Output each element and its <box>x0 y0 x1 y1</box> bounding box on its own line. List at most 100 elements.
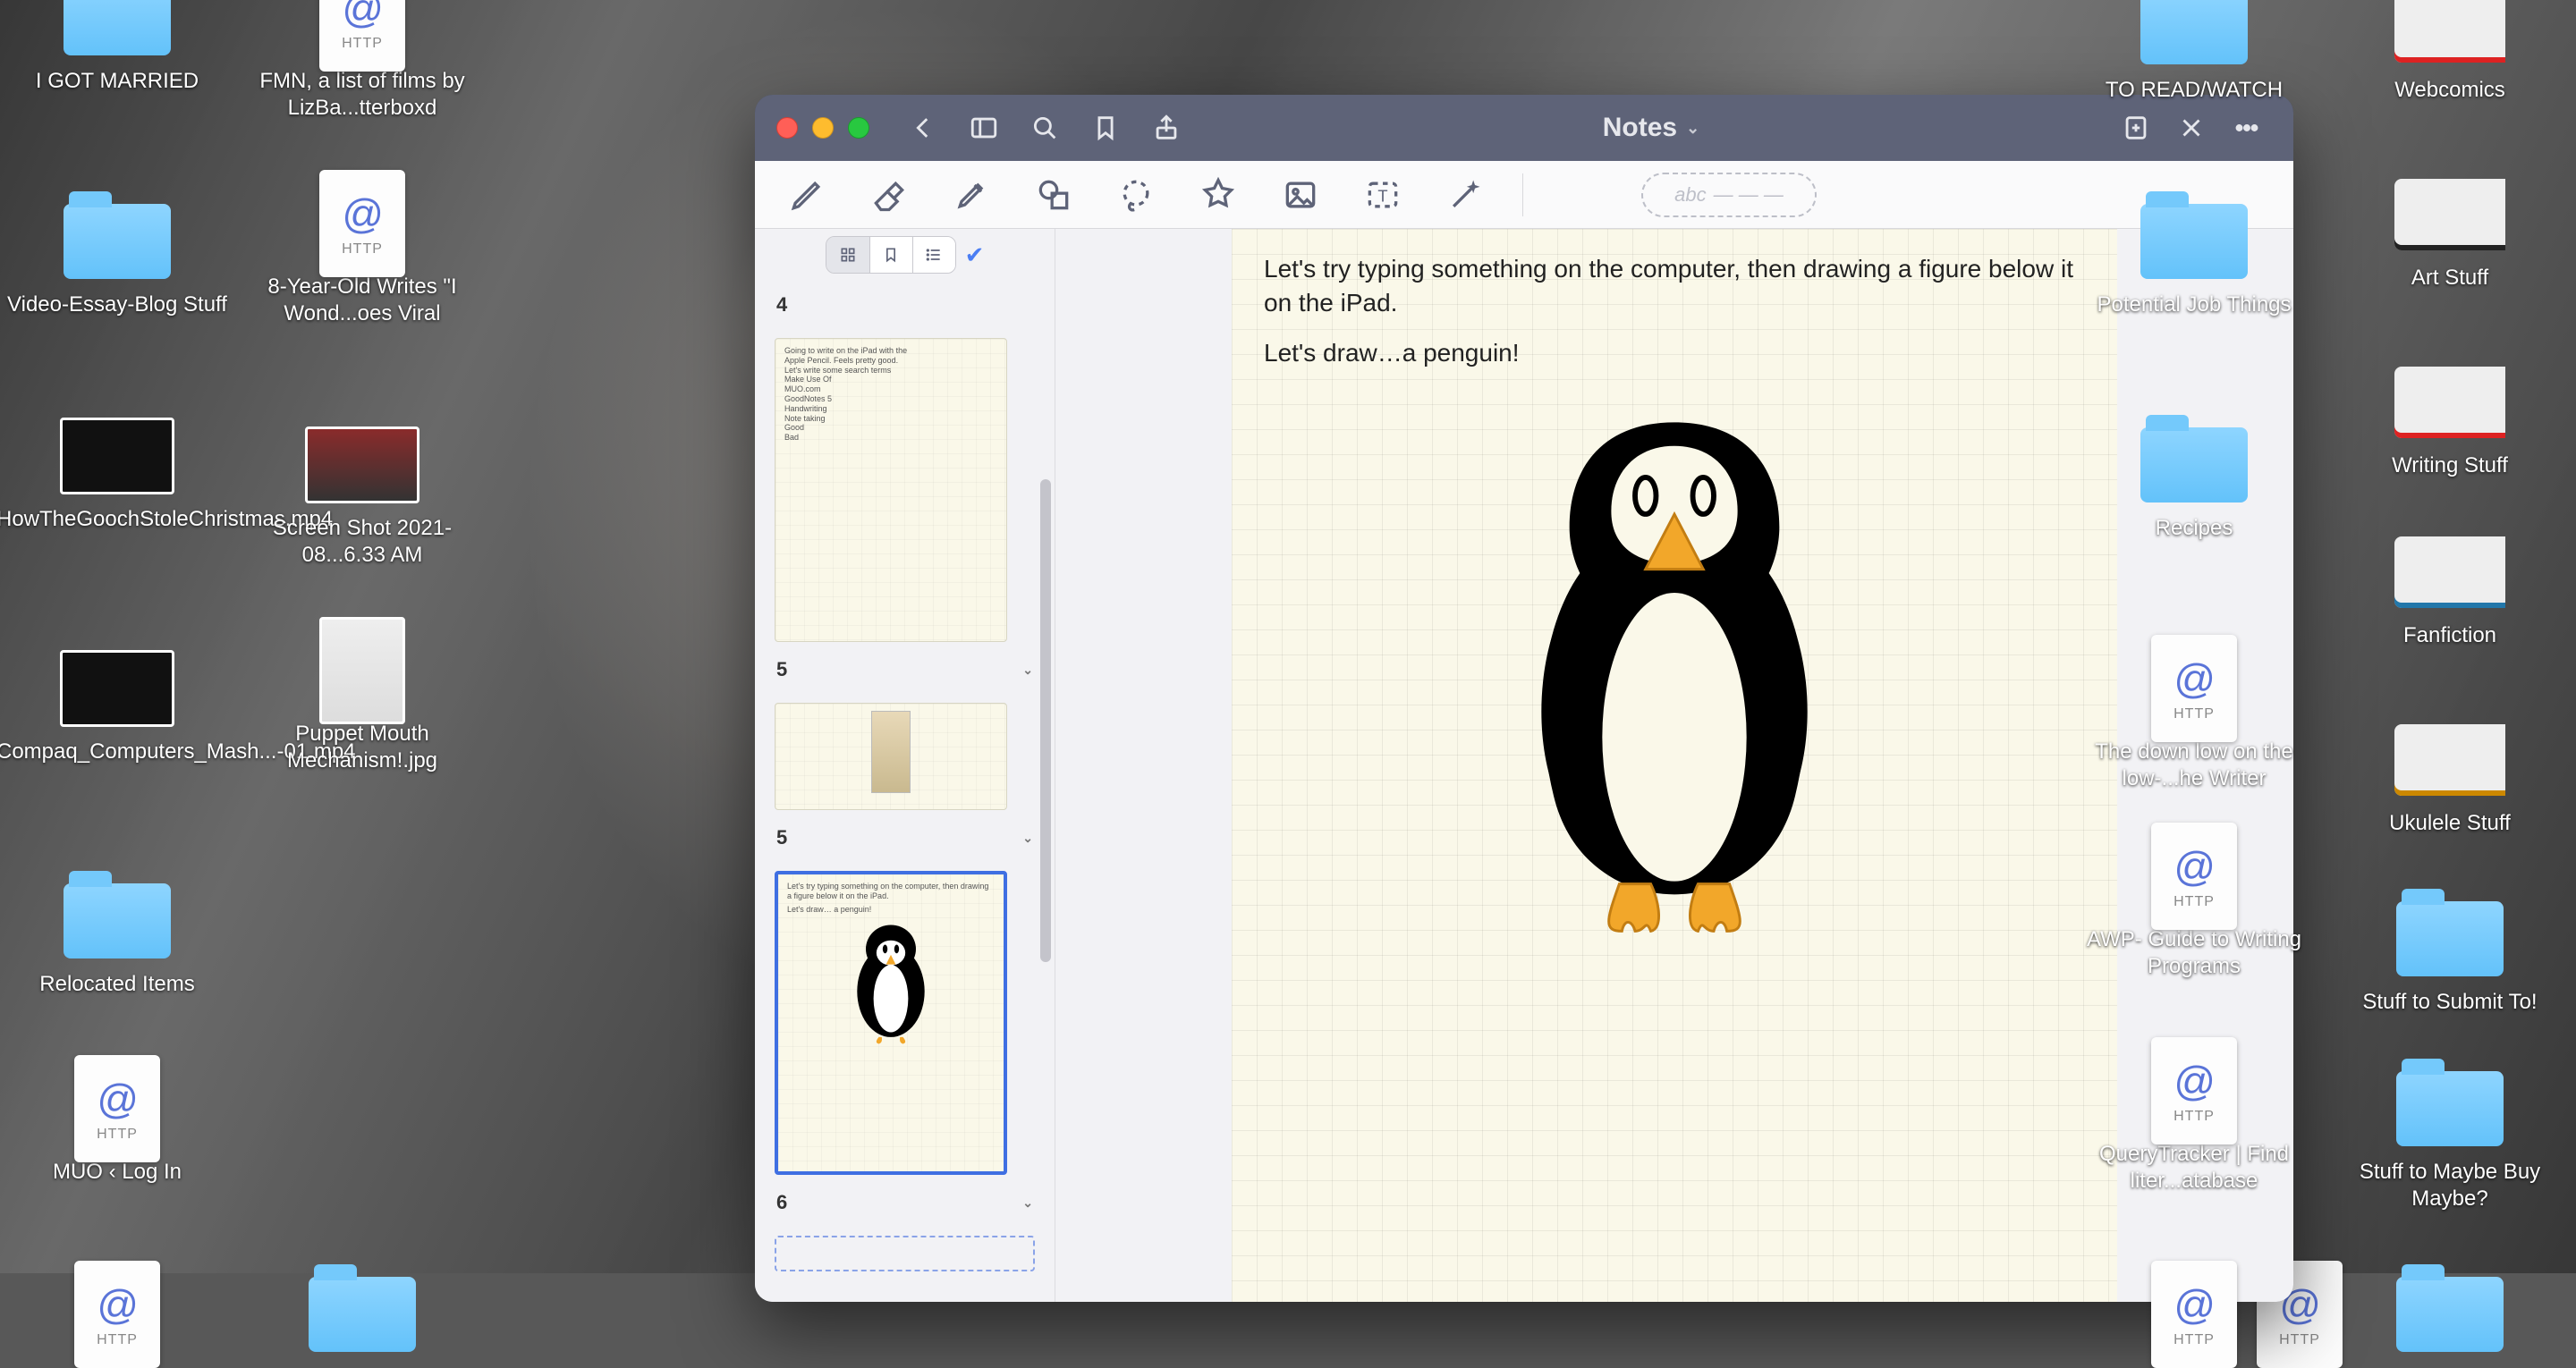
minimize-window-button[interactable] <box>812 117 834 139</box>
desktop-item[interactable]: Stuff to Submit To! <box>2329 894 2571 1016</box>
back-button[interactable] <box>898 103 948 153</box>
desktop-item-label: 8-Year-Old Writes "I Wond...oes Viral <box>242 274 483 327</box>
filter-check-icon[interactable]: ✔︎ <box>965 241 985 269</box>
desktop-item[interactable]: Relocated Items <box>0 876 238 998</box>
desktop-item-label: Screen Shot 2021-08...6.33 AM <box>242 515 483 569</box>
page-6-label[interactable]: 6⌄ <box>776 1191 1033 1214</box>
eraser-tool[interactable] <box>860 169 918 221</box>
desktop-item[interactable]: Stuff to Maybe Buy Maybe? <box>2329 1064 2571 1212</box>
thumbnail-image-preview <box>871 711 911 793</box>
desktop-item[interactable]: I GOT MARRIED <box>0 0 238 95</box>
page-4-label: 4 <box>776 293 1033 317</box>
text-tool[interactable]: T <box>1354 169 1411 221</box>
desktop-item[interactable]: HowTheGoochStoleChristmas.mp4 <box>0 411 238 533</box>
desktop-item-label: Stuff to Submit To! <box>2362 989 2537 1016</box>
desktop-item[interactable]: Screen Shot 2021-08...6.33 AM <box>242 420 483 569</box>
desktop-item-label: Recipes <box>2156 515 2233 542</box>
note-text-line-1: Let's try typing something on the comput… <box>1264 252 2085 320</box>
desktop-item-label: The down low on the low-...he Writer <box>2073 739 2315 792</box>
desktop-item[interactable]: @HTTPAWP- Guide to Writing Programs <box>2073 832 2315 980</box>
desktop-item-label: Webcomics <box>2394 77 2505 104</box>
page-5-thumbnail[interactable]: Going to write on the iPad with theApple… <box>775 338 1007 642</box>
desktop-item[interactable]: @HTTP <box>2073 1270 2315 1364</box>
shape-tool[interactable] <box>1025 169 1082 221</box>
outline-view-button[interactable] <box>912 237 955 273</box>
desktop-item-label: AWP- Guide to Writing Programs <box>2073 926 2315 980</box>
share-button[interactable] <box>1141 103 1191 153</box>
desktop-item-label: Potential Job Things <box>2097 291 2291 318</box>
page-5-label[interactable]: 5⌄ <box>776 658 1033 681</box>
desktop-item[interactable]: Art Stuff <box>2329 170 2571 291</box>
desktop-item[interactable]: Writing Stuff <box>2329 358 2571 479</box>
image-tool[interactable] <box>1272 169 1329 221</box>
desktop-item-label: Stuff to Maybe Buy Maybe? <box>2329 1159 2571 1212</box>
sidebar-toggle-button[interactable] <box>959 103 1009 153</box>
desktop-item-label: Puppet Mouth Mechanism!.jpg <box>242 721 483 774</box>
desktop-item-label: QueryTracker | Find liter...atabase <box>2073 1141 2315 1195</box>
desktop-item[interactable] <box>242 1270 483 1364</box>
window-titlebar: Notes ⌄ <box>755 95 2293 161</box>
chevron-down-icon: ⌄ <box>1022 663 1033 678</box>
chevron-down-icon: ⌄ <box>1022 831 1033 846</box>
desktop-item[interactable]: @HTTP8-Year-Old Writes "I Wond...oes Vir… <box>242 179 483 327</box>
document-title[interactable]: Notes ⌄ <box>1202 113 2100 143</box>
desktop-item[interactable]: Compaq_Computers_Mash...-01.mp4 <box>0 644 238 765</box>
page-thumbnails[interactable]: 4 Going to write on the iPad with theApp… <box>755 281 1055 1302</box>
desktop-item-label: HowTheGoochStoleChristmas.mp4 <box>0 506 238 533</box>
more-button[interactable] <box>2222 103 2272 153</box>
desktop-item[interactable]: Fanfiction <box>2329 528 2571 649</box>
sticker-tool[interactable] <box>1190 169 1247 221</box>
desktop-item-label: Fanfiction <box>2403 622 2496 649</box>
desktop-item-label: Writing Stuff <box>2392 452 2508 479</box>
note-text-line-2: Let's draw…a penguin! <box>1264 336 2085 370</box>
desktop-item[interactable]: Recipes <box>2073 420 2315 542</box>
close-note-button[interactable] <box>2166 103 2216 153</box>
desktop-item[interactable]: @HTTPThe down low on the low-...he Write… <box>2073 644 2315 792</box>
page-5b-label[interactable]: 5⌄ <box>776 826 1033 849</box>
penguin-mini-icon <box>842 919 940 1044</box>
desktop-item[interactable]: Ukulele Stuff <box>2329 715 2571 837</box>
search-button[interactable] <box>1020 103 1070 153</box>
toolbar-separator <box>1522 173 1523 216</box>
grid-view-button[interactable] <box>826 237 869 273</box>
desktop-item-label: Compaq_Computers_Mash...-01.mp4 <box>0 739 238 765</box>
desktop-item[interactable]: @HTTPMUO ‹ Log In <box>0 1064 238 1186</box>
desktop-item-label: MUO ‹ Log In <box>53 1159 182 1186</box>
svg-text:T: T <box>1377 186 1387 205</box>
desktop-item-label: TO READ/WATCH <box>2106 77 2283 104</box>
desktop-item[interactable]: Puppet Mouth Mechanism!.jpg <box>242 626 483 774</box>
desktop-item[interactable]: @HTTPFMN, a list of films by LizBa...tte… <box>242 0 483 122</box>
desktop-item-label: Relocated Items <box>39 971 194 998</box>
page-6-thumbnail-selected[interactable]: Let's try typing something on the comput… <box>775 871 1007 1175</box>
zoom-window-button[interactable] <box>848 117 869 139</box>
lasso-tool[interactable] <box>1107 169 1165 221</box>
desktop-item[interactable]: Video-Essay-Blog Stuff <box>0 197 238 318</box>
chevron-down-icon: ⌄ <box>1022 1195 1033 1211</box>
penguin-drawing <box>1478 385 1871 958</box>
bookmark-view-button[interactable] <box>869 237 912 273</box>
page-sidebar: ✔︎ 4 Going to write on the iPad with the… <box>755 229 1055 1302</box>
text-style-pill[interactable]: abc— — — <box>1641 173 1817 217</box>
highlighter-tool[interactable] <box>943 169 1000 221</box>
chevron-down-icon: ⌄ <box>1686 119 1699 138</box>
note-page[interactable]: Let's try typing something on the comput… <box>1232 229 2117 1302</box>
bookmark-button[interactable] <box>1080 103 1131 153</box>
window-traffic-lights <box>776 117 869 139</box>
page-5b-thumbnail[interactable] <box>775 703 1007 810</box>
desktop-item[interactable] <box>2329 1270 2571 1364</box>
page-5-preview-text: Going to write on the iPad with theApple… <box>784 346 997 443</box>
new-page-button[interactable] <box>2111 103 2161 153</box>
pen-tool[interactable] <box>778 169 835 221</box>
desktop-item-label: Art Stuff <box>2411 265 2488 291</box>
sidebar-scrollbar-thumb[interactable] <box>1040 479 1051 962</box>
notes-app-window: Notes ⌄ <box>755 95 2293 1302</box>
add-page-button[interactable] <box>775 1236 1035 1271</box>
desktop-item[interactable]: TO READ/WATCH <box>2073 0 2315 104</box>
desktop-item[interactable]: @HTTPQueryTracker | Find liter...atabase <box>2073 1046 2315 1195</box>
app-body: ✔︎ 4 Going to write on the iPad with the… <box>755 229 2293 1302</box>
magic-tool[interactable] <box>1436 169 1494 221</box>
desktop-item[interactable]: Potential Job Things <box>2073 197 2315 318</box>
close-window-button[interactable] <box>776 117 798 139</box>
desktop-item[interactable]: Webcomics <box>2329 0 2571 104</box>
desktop-item[interactable]: @HTTP <box>0 1270 238 1364</box>
